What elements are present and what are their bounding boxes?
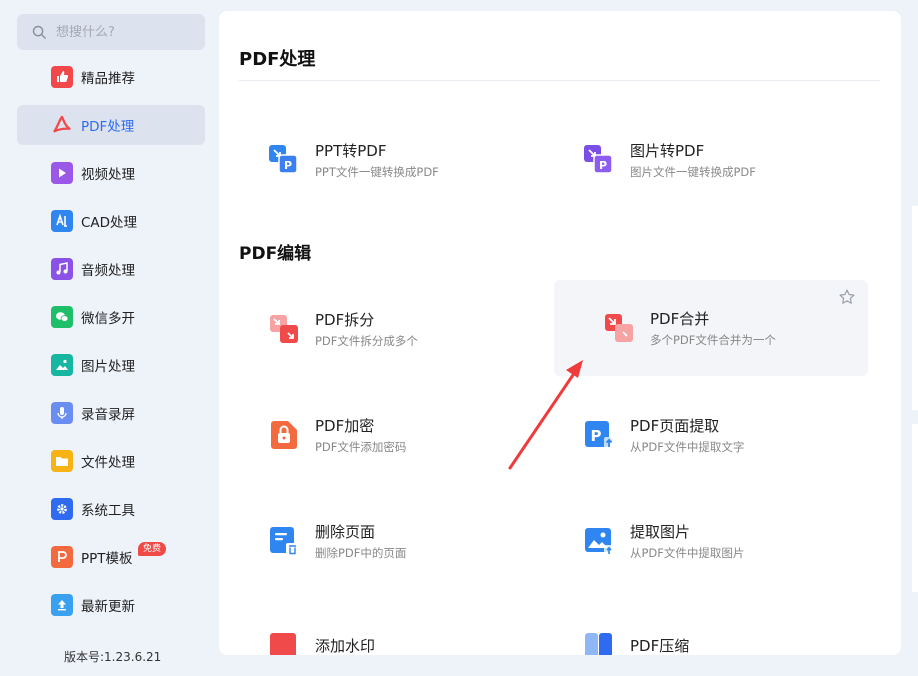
sidebar-item-recording[interactable]: 录音录屏 <box>17 393 205 433</box>
wechat-icon <box>51 306 73 328</box>
ppt-icon <box>51 546 73 568</box>
card-subtitle: PPT文件一键转换成PDF <box>315 164 439 179</box>
gear-icon <box>51 498 73 520</box>
tool-card-pdf-merge[interactable]: PDF合并 多个PDF文件合并为一个 <box>554 280 868 376</box>
pdf-page-extract-icon: P <box>582 418 616 452</box>
svg-text:P: P <box>284 159 292 172</box>
tool-card-ppt-to-pdf[interactable]: P PPT转PDF PPT文件一键转换成PDF <box>219 112 533 208</box>
sidebar-item-label: 系统工具 <box>81 503 135 519</box>
card-title: PDF压缩 <box>630 636 690 655</box>
tool-card-extract-image[interactable]: 提取图片 从PDF文件中提取图片 <box>534 493 848 589</box>
sidebar-item-label: 微信多开 <box>81 311 135 327</box>
card-subtitle: 图片文件一键转换成PDF <box>630 164 756 179</box>
card-subtitle: PDF文件添加密码 <box>315 439 407 454</box>
sidebar-item-video[interactable]: 视频处理 <box>17 153 205 193</box>
pdf-split-icon <box>267 312 301 346</box>
card-title: 添加水印 <box>315 636 376 655</box>
tool-card-pdf-page-extract[interactable]: P PDF页面提取 从PDF文件中提取文字 <box>534 387 848 483</box>
background-panel-edge <box>912 206 918 410</box>
sidebar-item-wechat[interactable]: 微信多开 <box>17 297 205 337</box>
sidebar-item-label: CAD处理 <box>81 215 138 231</box>
image-to-pdf-icon: P <box>582 143 616 177</box>
search-input[interactable] <box>56 24 196 40</box>
search-box[interactable] <box>17 14 205 50</box>
card-subtitle: 从PDF文件中提取文字 <box>630 439 745 454</box>
card-subtitle: 从PDF文件中提取图片 <box>630 545 745 560</box>
sidebar-item-latest-updates[interactable]: 最新更新 <box>17 585 205 625</box>
sidebar-item-ppt-template[interactable]: PPT模板 免费 <box>17 537 205 577</box>
sidebar-item-label: 文件处理 <box>81 455 135 471</box>
tool-card-add-watermark[interactable]: 添加水印 <box>219 599 533 655</box>
card-subtitle: PDF文件拆分成多个 <box>315 333 418 348</box>
tool-card-delete-page[interactable]: 删除页面 删除PDF中的页面 <box>219 493 533 589</box>
sidebar-item-label: 音频处理 <box>81 263 135 279</box>
sidebar-item-label: PPT模板 <box>81 551 133 567</box>
search-icon <box>32 25 46 39</box>
sidebar-item-recommended[interactable]: 精品推荐 <box>17 57 205 97</box>
card-subtitle: 多个PDF文件合并为一个 <box>650 332 776 347</box>
thumbs-up-icon <box>51 66 73 88</box>
sidebar-item-label: 图片处理 <box>81 359 135 375</box>
free-badge: 免费 <box>138 542 167 556</box>
card-title: PDF加密 <box>315 416 375 435</box>
version-label: 版本号:1.23.6.21 <box>64 650 162 664</box>
svg-text:P: P <box>599 159 607 172</box>
cad-icon <box>51 210 73 232</box>
tool-card-image-to-pdf[interactable]: P 图片转PDF 图片文件一键转换成PDF <box>534 112 848 208</box>
tool-card-pdf-compress[interactable]: PDF压缩 <box>534 599 848 655</box>
sidebar-item-file[interactable]: 文件处理 <box>17 441 205 481</box>
sidebar-item-label: 录音录屏 <box>81 407 135 423</box>
card-title: 图片转PDF <box>630 141 705 160</box>
sidebar-item-system-tools[interactable]: 系统工具 <box>17 489 205 529</box>
folder-icon <box>51 450 73 472</box>
sidebar-nav: 精品推荐 PDF处理 视频处理 CAD处理 音频处理 微信多开 图片处理 录音录… <box>17 57 205 633</box>
sidebar-item-image[interactable]: 图片处理 <box>17 345 205 385</box>
sidebar-item-pdf[interactable]: PDF处理 <box>17 105 205 145</box>
upload-icon <box>51 594 73 616</box>
image-icon <box>51 354 73 376</box>
section-title-pdf-editing: PDF编辑 <box>239 244 312 264</box>
background-panel-edge <box>912 424 918 592</box>
mic-icon <box>51 402 73 424</box>
sidebar-item-audio[interactable]: 音频处理 <box>17 249 205 289</box>
sidebar: 精品推荐 PDF处理 视频处理 CAD处理 音频处理 微信多开 图片处理 录音 <box>0 0 218 676</box>
pdf-lock-icon <box>267 418 301 452</box>
ppt-to-pdf-icon: P <box>267 143 301 177</box>
sidebar-item-label: 最新更新 <box>81 599 135 615</box>
main-panel: PDF处理 P PPT转PDF PPT文件一键转换成PDF P 图片转PDF 图… <box>219 11 901 655</box>
tool-card-pdf-split[interactable]: PDF拆分 PDF文件拆分成多个 <box>219 281 533 377</box>
sidebar-item-label: 精品推荐 <box>81 71 135 87</box>
card-subtitle: 删除PDF中的页面 <box>315 545 407 560</box>
sidebar-item-label: 视频处理 <box>81 167 135 183</box>
card-title: PPT转PDF <box>315 141 387 160</box>
card-title: 提取图片 <box>630 522 691 541</box>
music-icon <box>51 258 73 280</box>
card-title: PDF页面提取 <box>630 416 720 435</box>
pdf-merge-icon <box>602 311 636 345</box>
pdf-compress-icon <box>582 630 616 655</box>
sidebar-item-label: PDF处理 <box>81 119 135 135</box>
svg-text:P: P <box>591 427 602 445</box>
play-icon <box>51 162 73 184</box>
tool-card-pdf-encrypt[interactable]: PDF加密 PDF文件添加密码 <box>219 387 533 483</box>
pdf-icon <box>51 114 73 136</box>
section-divider <box>239 80 880 81</box>
star-icon[interactable] <box>838 288 856 306</box>
watermark-icon <box>267 630 301 655</box>
section-title-pdf-processing: PDF处理 <box>239 49 316 70</box>
delete-page-icon <box>267 524 301 558</box>
card-title: PDF合并 <box>650 309 710 328</box>
card-title: 删除页面 <box>315 522 376 541</box>
card-title: PDF拆分 <box>315 310 375 329</box>
sidebar-item-cad[interactable]: CAD处理 <box>17 201 205 241</box>
extract-image-icon <box>582 524 616 558</box>
